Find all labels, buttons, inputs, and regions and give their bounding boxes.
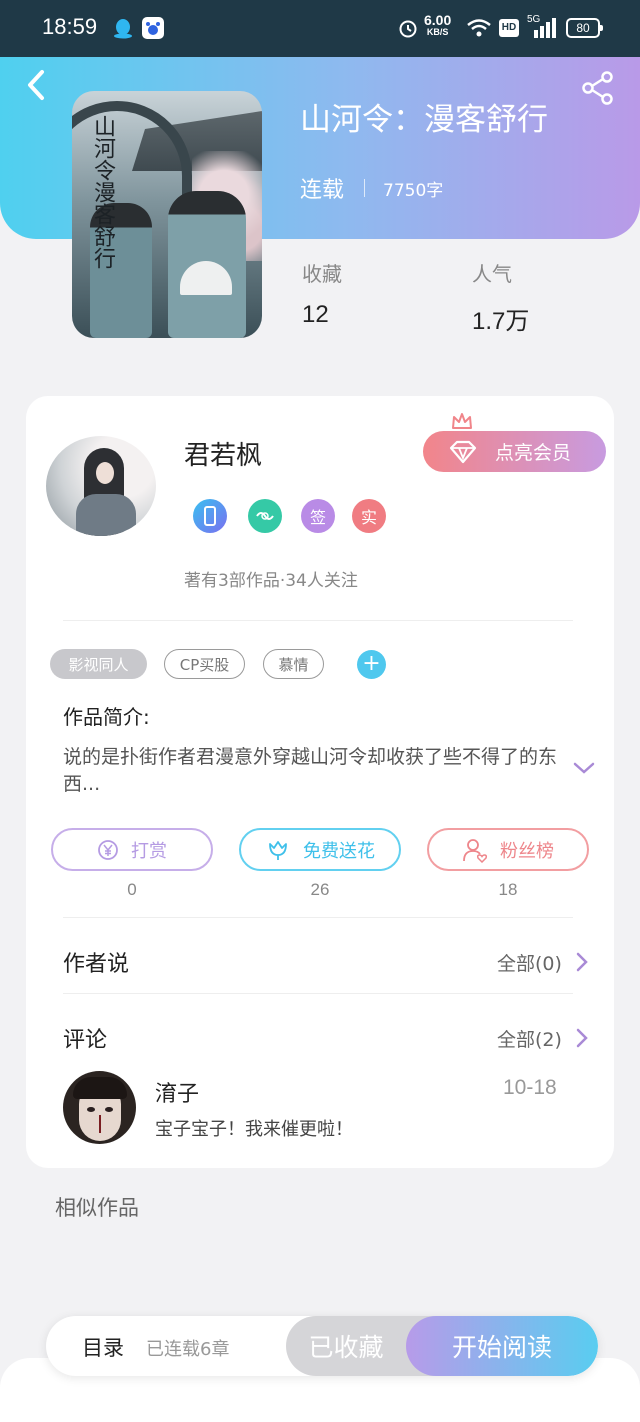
divider: [63, 917, 573, 918]
favorites-label: 收藏: [302, 262, 342, 286]
expand-chevron-icon[interactable]: [572, 760, 596, 776]
start-reading-button[interactable]: 开始阅读: [406, 1316, 598, 1376]
back-icon[interactable]: [22, 68, 52, 102]
favorites-value: 12: [302, 301, 329, 328]
cover-calligraphy: 山河令漫客舒行: [90, 115, 115, 269]
baidu-icon: [142, 17, 164, 39]
bottom-action-bar: 目录 已连载6章 已收藏 开始阅读: [46, 1316, 598, 1376]
share-icon[interactable]: [580, 70, 616, 106]
phone-badge-icon[interactable]: [193, 499, 227, 533]
fan-user-icon: [463, 838, 488, 863]
verified-badge[interactable]: 实: [352, 499, 386, 533]
send-flower-button[interactable]: 免费送花: [239, 828, 401, 871]
flower-count: 26: [310, 880, 330, 899]
alarm-icon: [399, 20, 417, 38]
add-tag-icon[interactable]: +: [357, 650, 386, 679]
tag-cp-stock[interactable]: CP买股: [164, 649, 245, 679]
fan-ranking-label: 粉丝榜: [500, 840, 554, 862]
tip-count: 0: [127, 880, 137, 899]
divider: [63, 993, 573, 994]
signed-badge[interactable]: 签: [301, 499, 335, 533]
author-name[interactable]: 君若枫: [184, 435, 262, 472]
favorites-stat: 收藏 12: [302, 258, 342, 329]
chapter-count[interactable]: 已连载6章: [146, 1335, 229, 1361]
intro-title: 作品简介:: [63, 705, 150, 729]
commenter-name[interactable]: 淯子: [155, 1076, 199, 1108]
yuan-icon: [98, 839, 118, 860]
word-count: 7750字: [383, 180, 444, 201]
similar-works-title: 相似作品: [55, 1196, 139, 1220]
book-title: 山河令：漫客舒行: [300, 102, 548, 138]
intro-text: 说的是扑街作者君漫意外穿越山河令却收获了些不得了的东西...: [63, 746, 558, 795]
signal-icon: [534, 18, 556, 38]
divider: [63, 620, 573, 621]
wifi-icon: [467, 19, 491, 37]
tag-film-fanfic[interactable]: 影视同人: [50, 649, 147, 679]
tip-button[interactable]: 打赏: [51, 828, 213, 871]
diamond-icon: [449, 440, 477, 464]
send-flower-label: 免费送花: [303, 840, 375, 862]
toc-button[interactable]: 目录: [82, 1332, 124, 1362]
book-status: 连载: [300, 178, 345, 203]
crown-icon: [452, 413, 472, 429]
chevron-right-icon[interactable]: [576, 952, 588, 972]
collected-label: 已收藏: [308, 1333, 384, 1362]
chevron-right-icon[interactable]: [576, 1028, 588, 1048]
comment-date: 10-18: [503, 1076, 557, 1099]
status-bar: 18:59 6.00 KB/S HD 5G 80: [0, 0, 640, 57]
tag-muqing[interactable]: 慕情: [263, 649, 324, 679]
author-works-info: 著有3部作品·34人关注: [184, 571, 358, 591]
author-says-title: 作者说: [63, 952, 130, 977]
popularity-stat: 人气 1.7万: [472, 258, 529, 336]
book-meta: 连载 7750字: [300, 172, 443, 204]
meta-divider: [364, 179, 366, 197]
medal-badge-icon[interactable]: [248, 499, 282, 533]
tip-button-label: 打赏: [131, 840, 167, 862]
comment-text[interactable]: 宝子宝子！我来催更啦！: [155, 1115, 353, 1141]
author-avatar[interactable]: [46, 436, 156, 536]
battery-icon: 80: [566, 18, 603, 38]
comments-all-link[interactable]: 全部(2): [497, 1025, 562, 1052]
comments-title: 评论: [63, 1028, 108, 1053]
start-reading-label: 开始阅读: [451, 1333, 552, 1362]
network-speed: 6.00 KB/S: [424, 12, 452, 37]
vip-button-label: 点亮会员: [495, 442, 572, 464]
qq-icon: [114, 19, 132, 39]
author-says-all-link[interactable]: 全部(0): [497, 949, 562, 976]
hd-icon: HD: [499, 19, 519, 37]
popularity-value: 1.7万: [472, 308, 530, 335]
commenter-avatar[interactable]: [63, 1071, 136, 1144]
book-cover[interactable]: 山河令漫客舒行: [72, 91, 262, 338]
status-time: 18:59: [42, 14, 98, 39]
popularity-label: 人气: [472, 262, 512, 286]
flower-icon: [269, 840, 287, 860]
fan-count: 18: [498, 880, 518, 899]
fan-ranking-button[interactable]: 粉丝榜: [427, 828, 589, 871]
